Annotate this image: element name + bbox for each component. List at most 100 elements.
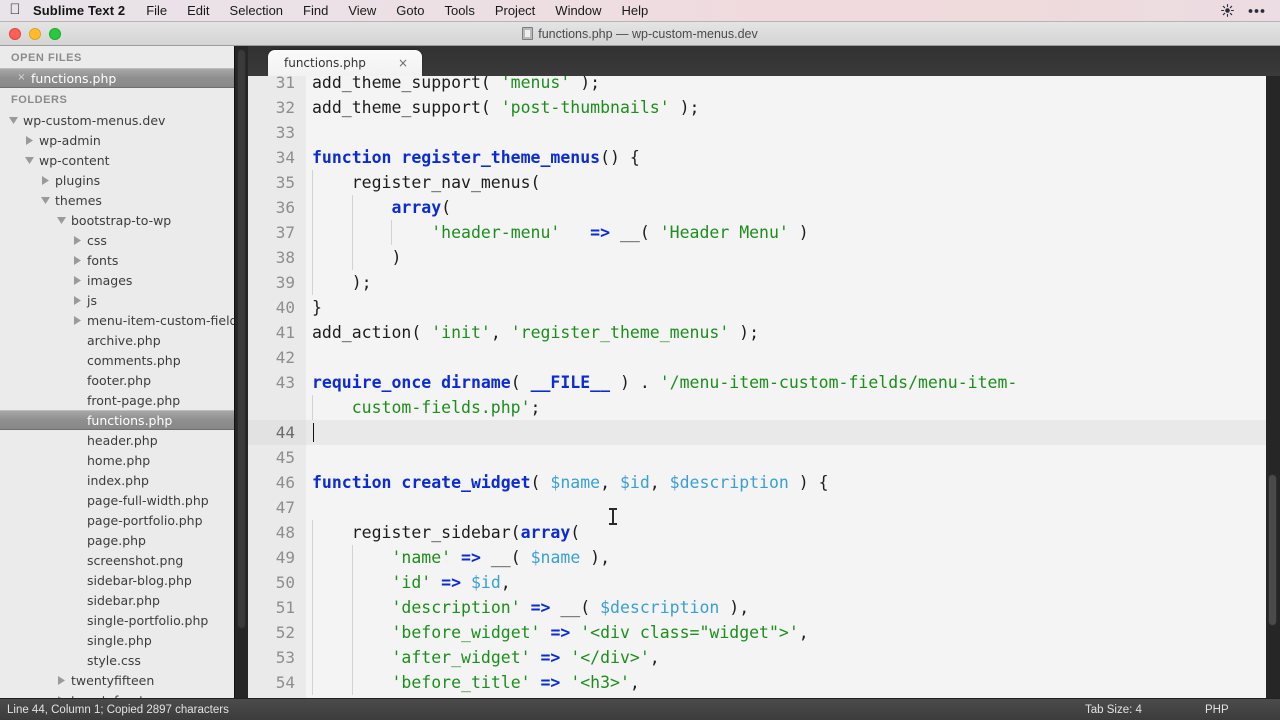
tree-file-item[interactable]: page-portfolio.php xyxy=(0,510,248,530)
tree-file-item[interactable]: front-page.php xyxy=(0,390,248,410)
code-line[interactable]: custom-fields.php'; xyxy=(306,395,1266,420)
tree-file-item[interactable]: header.php xyxy=(0,430,248,450)
chevron-right-icon[interactable] xyxy=(57,675,66,685)
tree-folder-item[interactable]: wp-admin xyxy=(0,130,248,150)
chevron-down-icon[interactable] xyxy=(9,116,18,125)
code-line[interactable]: add_action( 'init', 'register_theme_menu… xyxy=(306,320,1266,345)
tree-file-item[interactable]: index.php xyxy=(0,470,248,490)
tree-file-item[interactable]: footer.php xyxy=(0,370,248,390)
tree-folder-item[interactable]: css xyxy=(0,230,248,250)
tree-file-item[interactable]: home.php xyxy=(0,450,248,470)
tree-folder-item[interactable]: wp-custom-menus.dev xyxy=(0,110,248,130)
tree-folder-item[interactable]: images xyxy=(0,270,248,290)
chevron-right-icon[interactable] xyxy=(73,295,82,305)
tab-functions-php[interactable]: functions.php × xyxy=(268,50,422,76)
code-line[interactable]: 'id' => $id, xyxy=(306,570,1266,595)
code-line[interactable]: require_once dirname( __FILE__ ) . '/men… xyxy=(306,370,1266,395)
chevron-right-icon[interactable] xyxy=(73,255,82,265)
chevron-down-icon[interactable] xyxy=(41,196,50,205)
tree-folder-item[interactable]: plugins xyxy=(0,170,248,190)
code-line[interactable]: 'before_widget' => '<div class="widget">… xyxy=(306,620,1266,645)
chevron-down-icon[interactable] xyxy=(25,156,34,165)
tab-size-indicator[interactable]: Tab Size: 4 xyxy=(1085,704,1142,716)
line-number: 52 xyxy=(275,623,295,642)
tree-file-item[interactable]: style.css xyxy=(0,650,248,670)
code-token-pl: register_nav_menus( xyxy=(312,173,541,192)
code-line[interactable] xyxy=(306,120,1266,145)
code-line[interactable]: add_theme_support( 'post-thumbnails' ); xyxy=(306,95,1266,120)
menu-item-window[interactable]: Window xyxy=(545,3,611,18)
tree-folder-item[interactable]: menu-item-custom-fields xyxy=(0,310,248,330)
tree-file-item[interactable]: screenshot.png xyxy=(0,550,248,570)
menu-item-view[interactable]: View xyxy=(338,3,386,18)
tree-folder-item[interactable]: themes xyxy=(0,190,248,210)
menu-item-selection[interactable]: Selection xyxy=(220,3,293,18)
tree-file-item[interactable]: page-full-width.php xyxy=(0,490,248,510)
tree-folder-item[interactable]: bootstrap-to-wp xyxy=(0,210,248,230)
code-line[interactable]: 'header-menu' => __( 'Header Menu' ) xyxy=(306,220,1266,245)
code-line[interactable]: array( xyxy=(306,195,1266,220)
code-line[interactable] xyxy=(306,495,1266,520)
tree-folder-item[interactable]: twentyfifteen xyxy=(0,670,248,690)
line-number: 49 xyxy=(275,548,295,567)
tree-folder-item[interactable]: twentyfourteen xyxy=(0,690,248,698)
code-line[interactable]: 'after_widget' => '</div>', xyxy=(306,645,1266,670)
chevron-right-icon[interactable] xyxy=(73,275,82,285)
menu-app-name[interactable]: Sublime Text 2 xyxy=(30,3,136,18)
menu-item-project[interactable]: Project xyxy=(485,3,545,18)
tree-file-item[interactable]: archive.php xyxy=(0,330,248,350)
tree-file-item[interactable]: page.php xyxy=(0,530,248,550)
code-lines[interactable]: add_theme_support( 'menus' ); add_theme_s… xyxy=(306,76,1266,698)
chevron-right-icon[interactable] xyxy=(25,135,34,145)
tree-file-item[interactable]: sidebar.php xyxy=(0,590,248,610)
open-file-item[interactable]: × functions.php xyxy=(0,68,248,88)
tree-file-item[interactable]: sidebar-blog.php xyxy=(0,570,248,590)
menu-item-find[interactable]: Find xyxy=(293,3,338,18)
code-token-op: => xyxy=(441,573,462,592)
code-line[interactable]: function create_widget( $name, $id, $des… xyxy=(306,470,1266,495)
code-line[interactable] xyxy=(306,445,1266,470)
code-line[interactable]: } xyxy=(306,295,1266,320)
editor-scrollbar[interactable] xyxy=(1266,76,1280,698)
tree-folder-item[interactable]: wp-content xyxy=(0,150,248,170)
code-line[interactable]: ); xyxy=(306,270,1266,295)
menu-item-file[interactable]: File xyxy=(136,3,177,18)
apple-logo-icon[interactable]:  xyxy=(0,2,30,19)
brightness-icon[interactable] xyxy=(1214,4,1241,17)
language-indicator[interactable]: PHP xyxy=(1205,704,1229,716)
code-area[interactable]: 31 32 33 34 35 36 37 38 39 40 41 42 43 44 45 46 47 48 49 50… xyxy=(248,76,1280,698)
chevron-right-icon[interactable] xyxy=(41,175,50,185)
code-line[interactable]: add_theme_support( 'menus' ); xyxy=(306,76,1266,95)
tree-file-item[interactable]: single-portfolio.php xyxy=(0,610,248,630)
sidebar-scrollbar-thumb[interactable] xyxy=(237,49,246,629)
chevron-right-icon[interactable] xyxy=(73,235,82,245)
editor-scrollbar-thumb[interactable] xyxy=(1268,474,1277,626)
code-line[interactable]: register_sidebar(array( xyxy=(306,520,1266,545)
tree-folder-item[interactable]: fonts xyxy=(0,250,248,270)
code-token-pl: ( xyxy=(530,473,551,492)
menu-item-goto[interactable]: Goto xyxy=(386,3,434,18)
chevron-right-icon[interactable] xyxy=(73,315,82,325)
chevron-down-icon[interactable] xyxy=(57,216,66,225)
code-line[interactable]: 'name' => __( $name ), xyxy=(306,545,1266,570)
code-line[interactable]: 'before_title' => '<h3>', xyxy=(306,670,1266,695)
sidebar-scrollbar[interactable] xyxy=(234,46,248,698)
tab-close-icon[interactable]: × xyxy=(398,57,408,69)
code-line[interactable] xyxy=(306,420,1266,445)
close-icon[interactable]: × xyxy=(16,73,27,83)
code-line[interactable] xyxy=(306,345,1266,370)
code-line[interactable]: function register_theme_menus() { xyxy=(306,145,1266,170)
tree-file-item[interactable]: single.php xyxy=(0,630,248,650)
menu-item-edit[interactable]: Edit xyxy=(177,3,219,18)
menu-item-help[interactable]: Help xyxy=(612,3,659,18)
more-options-icon[interactable] xyxy=(1241,8,1272,14)
tree-file-item[interactable]: functions.php xyxy=(0,410,248,430)
tree-folder-item[interactable]: js xyxy=(0,290,248,310)
menu-item-tools[interactable]: Tools xyxy=(434,3,484,18)
document-icon xyxy=(522,27,534,40)
code-line[interactable]: ) xyxy=(306,245,1266,270)
tree-file-item[interactable]: comments.php xyxy=(0,350,248,370)
code-line[interactable]: register_nav_menus( xyxy=(306,170,1266,195)
code-line[interactable]: 'description' => __( $description ), xyxy=(306,595,1266,620)
